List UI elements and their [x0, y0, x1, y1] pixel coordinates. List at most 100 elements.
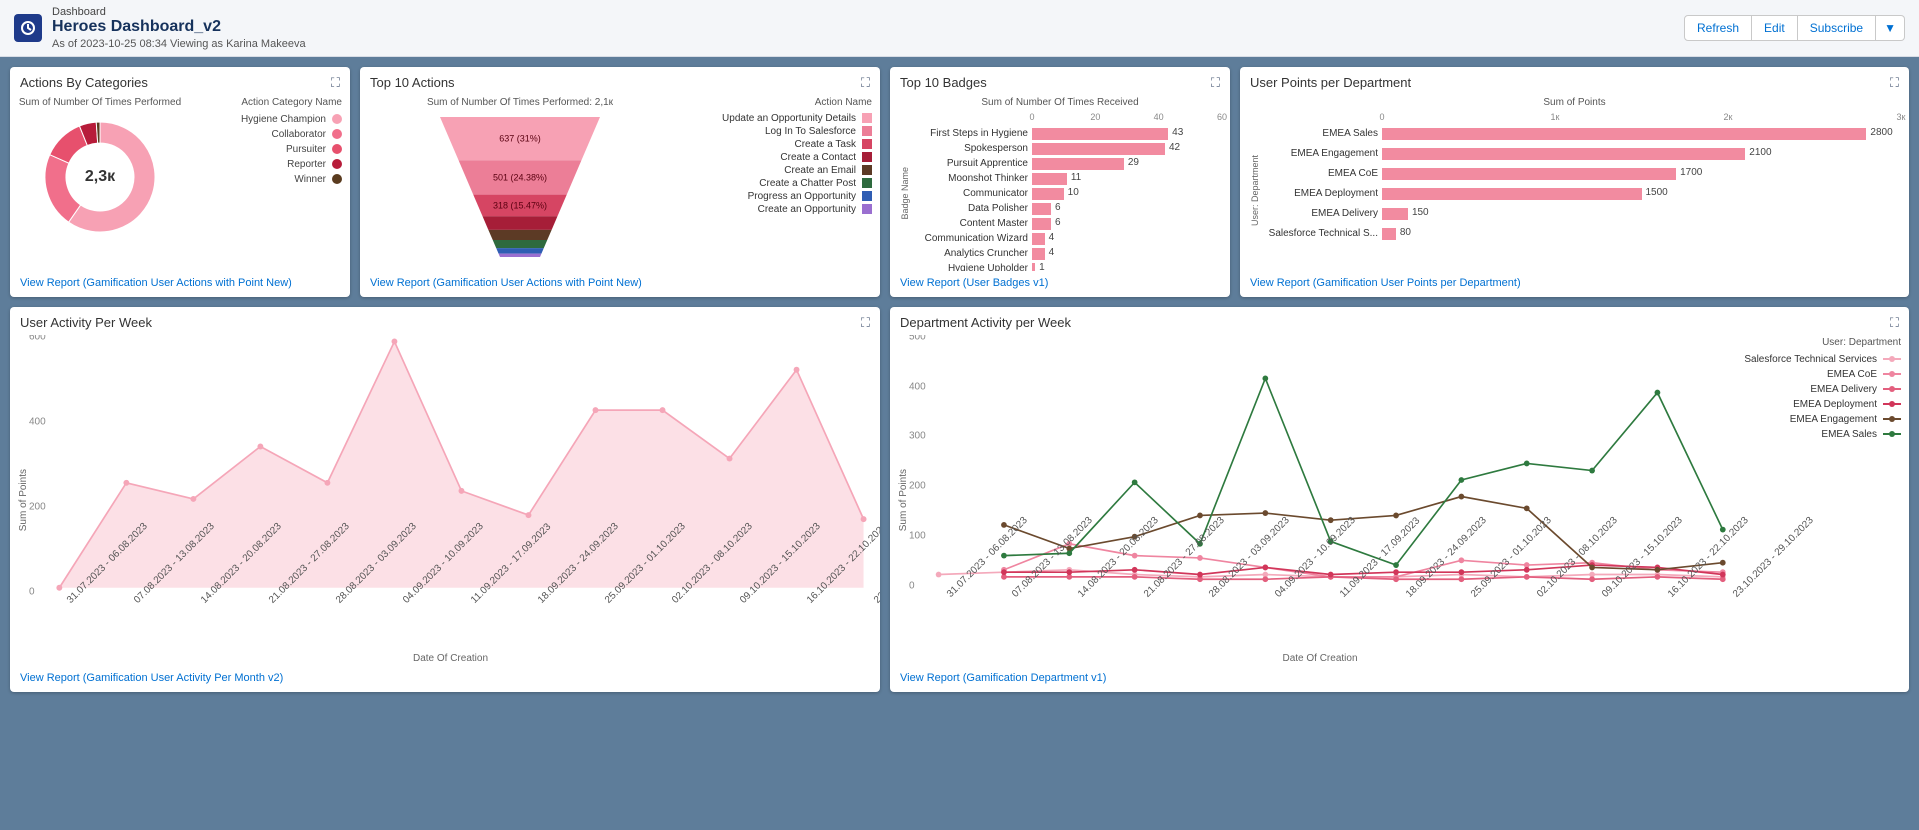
bar-label: Data Polisher [912, 203, 1028, 214]
legend-item[interactable]: Create an Email [682, 164, 872, 177]
bar-value: 1 [1039, 262, 1045, 271]
view-report-link[interactable]: View Report (Gamification User Activity … [20, 672, 283, 684]
bar-value: 1500 [1646, 187, 1668, 198]
bar-label: EMEA CoE [1262, 168, 1378, 179]
card-department-activity-per-week: Department Activity per Week ⛶ Sum of Po… [890, 307, 1909, 692]
card-title: User Points per Department [1250, 75, 1411, 90]
card-title: User Activity Per Week [20, 315, 152, 330]
legend-item[interactable]: Progress an Opportunity [682, 190, 872, 203]
more-actions-button[interactable]: ▼ [1876, 15, 1905, 41]
chart-subtitle: Sum of Number Of Times Received [898, 97, 1222, 108]
bar-row: EMEA Sales 2800 [1262, 127, 1901, 141]
donut-legend: Action Category Name Hygiene ChampionCol… [192, 97, 342, 269]
bar-row: First Steps in Hygiene 43 [912, 127, 1222, 141]
bar-value: 80 [1400, 227, 1411, 238]
header-label: Dashboard [52, 6, 1674, 18]
bar-label: Hygiene Upholder [912, 263, 1028, 271]
legend-title: Action Name [682, 97, 872, 108]
view-report-link[interactable]: View Report (Gamification User Points pe… [1250, 277, 1521, 289]
bar-row: Salesforce Technical S... 80 [1262, 227, 1901, 241]
legend-item[interactable]: Create an Opportunity [682, 203, 872, 216]
legend-item[interactable]: Hygiene Champion [192, 112, 342, 127]
legend-item[interactable]: EMEA Deployment [1731, 397, 1901, 412]
bar-row: Content Master 6 [912, 217, 1222, 231]
bar-label: Pursuit Apprentice [912, 158, 1028, 169]
card-user-points-per-department: User Points per Department ⛶ Sum of Poin… [1240, 67, 1909, 297]
bar-value: 10 [1068, 187, 1079, 198]
y-axis-label: User: Department [1248, 155, 1262, 226]
subscribe-button[interactable]: Subscribe [1798, 15, 1876, 41]
legend-item[interactable]: EMEA CoE [1731, 367, 1901, 382]
refresh-button[interactable]: Refresh [1684, 15, 1752, 41]
dashboard-icon [14, 14, 42, 42]
legend-title: User: Department [1731, 337, 1901, 348]
legend-item[interactable]: Create a Task [682, 138, 872, 151]
header-meta: As of 2023-10-25 08:34 Viewing as Karina… [52, 38, 1674, 50]
bar-row: Analytics Cruncher 4 [912, 247, 1222, 261]
bar-label: Analytics Cruncher [912, 248, 1028, 259]
bar-label: Spokesperson [912, 143, 1028, 154]
legend-item[interactable]: EMEA Delivery [1731, 382, 1901, 397]
expand-icon[interactable]: ⛶ [1211, 75, 1220, 91]
bar-label: Moonshot Thinker [912, 173, 1028, 184]
view-report-link[interactable]: View Report (Gamification Department v1) [900, 672, 1106, 684]
card-top-10-actions: Top 10 Actions ⛶ Sum of Number Of Times … [360, 67, 880, 297]
bar-value: 42 [1169, 142, 1180, 153]
legend-title: Action Category Name [192, 97, 342, 108]
chart-subtitle: Sum of Points [1248, 97, 1901, 108]
bar-row: EMEA Deployment 1500 [1262, 187, 1901, 201]
bar-value: 4 [1049, 247, 1055, 258]
card-title: Top 10 Actions [370, 75, 455, 90]
view-report-link[interactable]: View Report (Gamification User Actions w… [20, 277, 292, 289]
view-report-link[interactable]: View Report (Gamification User Actions w… [370, 277, 642, 289]
x-axis-label: Date Of Creation [29, 653, 872, 664]
edit-button[interactable]: Edit [1752, 15, 1798, 41]
legend-item[interactable]: Update an Opportunity Details [682, 112, 872, 125]
legend-item[interactable]: Reporter [192, 157, 342, 172]
legend-item[interactable]: EMEA Sales [1731, 427, 1901, 442]
header-actions: Refresh Edit Subscribe ▼ [1684, 15, 1905, 41]
card-title: Actions By Categories [20, 75, 148, 90]
bar-label: Communication Wizard [912, 233, 1028, 244]
expand-icon[interactable]: ⛶ [861, 315, 870, 331]
bar-label: EMEA Deployment [1262, 188, 1378, 199]
legend-item[interactable]: Create a Contact [682, 151, 872, 164]
dashboard-header: Dashboard Heroes Dashboard_v2 As of 2023… [0, 0, 1919, 57]
legend-item[interactable]: Log In To Salesforce [682, 125, 872, 138]
bar-row: Communicator 10 [912, 187, 1222, 201]
funnel-legend: Action Name Update an Opportunity Detail… [682, 97, 872, 269]
bar-label: EMEA Sales [1262, 128, 1378, 139]
bar-row: Pursuit Apprentice 29 [912, 157, 1222, 171]
legend-item[interactable]: Collaborator [192, 127, 342, 142]
view-report-link[interactable]: View Report (User Badges v1) [900, 277, 1048, 289]
legend-item[interactable]: Create a Chatter Post [682, 177, 872, 190]
y-axis-label: Sum of Points [898, 469, 909, 531]
expand-icon[interactable]: ⛶ [1890, 75, 1899, 91]
bar-label: EMEA Engagement [1262, 148, 1378, 159]
legend-item[interactable]: Pursuiter [192, 142, 342, 157]
legend-item[interactable]: Salesforce Technical Services [1731, 352, 1901, 367]
bar-label: Salesforce Technical S... [1262, 228, 1378, 239]
bar-value: 150 [1412, 207, 1429, 218]
bar-row: Data Polisher 6 [912, 202, 1222, 216]
expand-icon[interactable]: ⛶ [861, 75, 870, 91]
x-axis-label: Date Of Creation [909, 653, 1731, 664]
bar-label: EMEA Delivery [1262, 208, 1378, 219]
bar-row: EMEA Engagement 2100 [1262, 147, 1901, 161]
bar-value: 43 [1172, 127, 1183, 138]
bar-row: EMEA CoE 1700 [1262, 167, 1901, 181]
bar-label: First Steps in Hygiene [912, 128, 1028, 139]
donut-center-label: 2,3к [85, 168, 115, 186]
expand-icon[interactable]: ⛶ [1890, 315, 1899, 331]
bar-value: 4 [1049, 232, 1055, 243]
expand-icon[interactable]: ⛶ [331, 75, 340, 91]
bar-value: 2800 [1870, 127, 1892, 138]
bar-label: Content Master [912, 218, 1028, 229]
bar-value: 1700 [1680, 167, 1702, 178]
y-axis-label: Sum of Points [18, 469, 29, 531]
legend-item[interactable]: Winner [192, 172, 342, 187]
bar-value: 2100 [1749, 147, 1771, 158]
line-legend: User: Department Salesforce Technical Se… [1731, 337, 1901, 664]
bar-label: Communicator [912, 188, 1028, 199]
legend-item[interactable]: EMEA Engagement [1731, 412, 1901, 427]
